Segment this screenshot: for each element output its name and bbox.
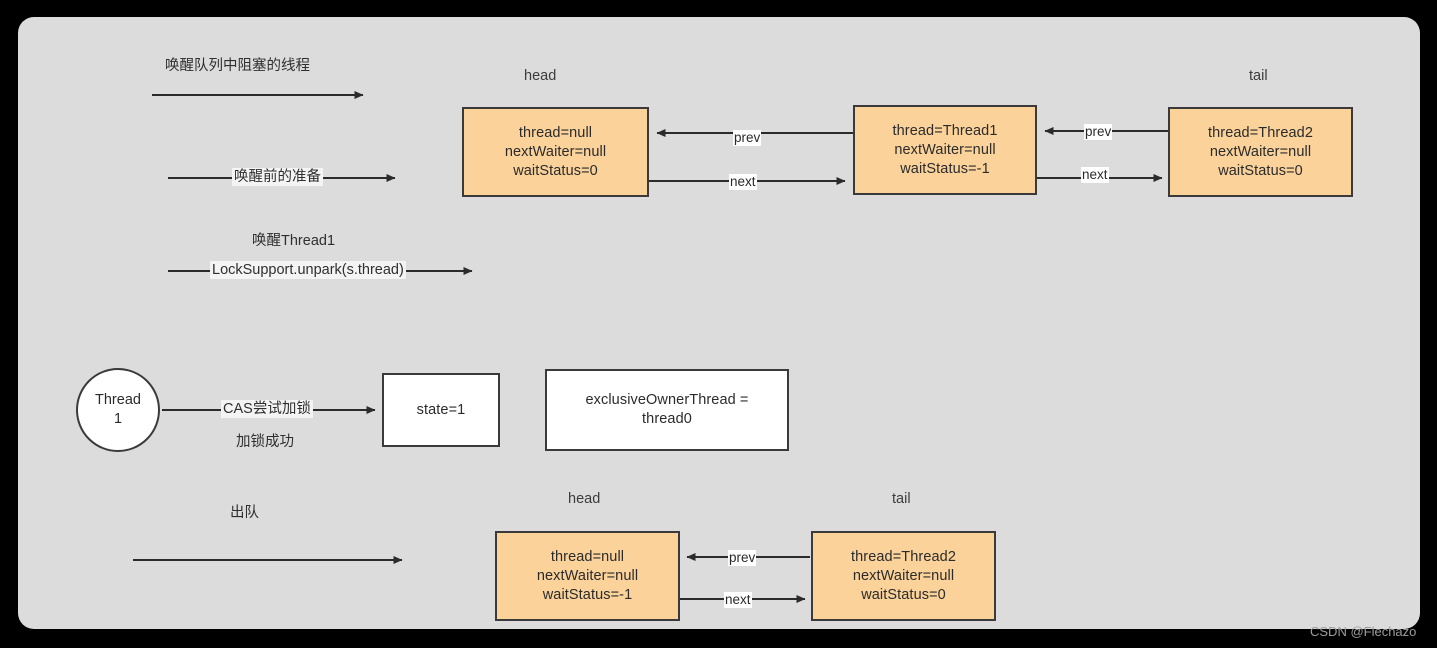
node-line-thread: thread=Thread1: [892, 122, 998, 139]
node-thread2-top: thread=Thread2 nextWaiter=null waitStatu…: [1168, 107, 1353, 197]
edge-label-prev-bottom: prev: [728, 550, 757, 566]
node-line-nextwaiter: nextWaiter=null: [504, 143, 607, 160]
edge-label-next-head-thread1: next: [729, 174, 757, 190]
node-line-thread: thread=Thread2: [851, 548, 956, 565]
flow-label-dequeue: 出队: [230, 505, 259, 521]
node-line-waitstatus: waitStatus=0: [513, 162, 598, 179]
caption-head-top: head: [524, 68, 557, 84]
edge-label-prev-thread1-thread2: prev: [1084, 124, 1113, 140]
line-label-locksupport-unpark: LockSupport.unpark(s.thread): [210, 261, 406, 279]
node-state-text: state=1: [416, 401, 466, 418]
node-line-nextwaiter: nextWaiter=null: [894, 141, 996, 158]
watermark: CSDN @Flechazo: [1310, 624, 1417, 639]
diagram-root: 唤醒队列中阻塞的线程 唤醒前的准备 唤醒Thread1 LockSupport.…: [0, 0, 1437, 648]
node-state: state=1: [382, 373, 500, 447]
node-head-bottom: thread=null nextWaiter=null waitStatus=-…: [495, 531, 680, 621]
circle-thread1: Thread 1: [76, 368, 160, 452]
node-line-waitstatus: waitStatus=0: [1218, 162, 1303, 179]
flow-label-wake-blocked-threads: 唤醒队列中阻塞的线程: [165, 58, 310, 74]
node-head-top: thread=null nextWaiter=null waitStatus=0: [462, 107, 649, 197]
node-thread1-top: thread=Thread1 nextWaiter=null waitStatu…: [853, 105, 1037, 195]
flow-label-wake-thread1: 唤醒Thread1: [252, 233, 336, 249]
owner-line-1: exclusiveOwnerThread =: [585, 392, 749, 408]
edge-label-next-thread1-thread2: next: [1081, 167, 1109, 183]
node-line-nextwaiter: nextWaiter=null: [852, 567, 955, 584]
node-exclusive-owner-thread: exclusiveOwnerThread = thread0: [545, 369, 789, 451]
edge-label-prev-head-thread1: prev: [733, 130, 762, 146]
node-tail-bottom: thread=Thread2 nextWaiter=null waitStatu…: [811, 531, 996, 621]
caption-tail-top: tail: [1249, 68, 1268, 84]
owner-line-2: thread0: [642, 411, 692, 427]
node-line-waitstatus: waitStatus=-1: [900, 160, 990, 177]
line-label-cas-try-lock: CAS尝试加锁: [221, 400, 313, 418]
line-label-prepare-before-wake: 唤醒前的准备: [232, 168, 323, 186]
node-line-nextwaiter: nextWaiter=null: [1209, 143, 1312, 160]
circle-line-thread: Thread: [95, 392, 141, 408]
flow-label-lock-success: 加锁成功: [236, 434, 294, 450]
node-line-thread: thread=null: [518, 124, 593, 141]
node-line-nextwaiter: nextWaiter=null: [536, 567, 639, 584]
caption-tail-bottom: tail: [892, 491, 911, 507]
caption-head-bottom: head: [568, 491, 601, 507]
node-line-waitstatus: waitStatus=0: [861, 586, 946, 603]
node-line-thread: thread=Thread2: [1208, 124, 1313, 141]
circle-line-number: 1: [113, 411, 123, 427]
edge-label-next-bottom: next: [724, 592, 752, 608]
node-line-waitstatus: waitStatus=-1: [542, 586, 633, 603]
node-line-thread: thread=null: [550, 548, 625, 565]
